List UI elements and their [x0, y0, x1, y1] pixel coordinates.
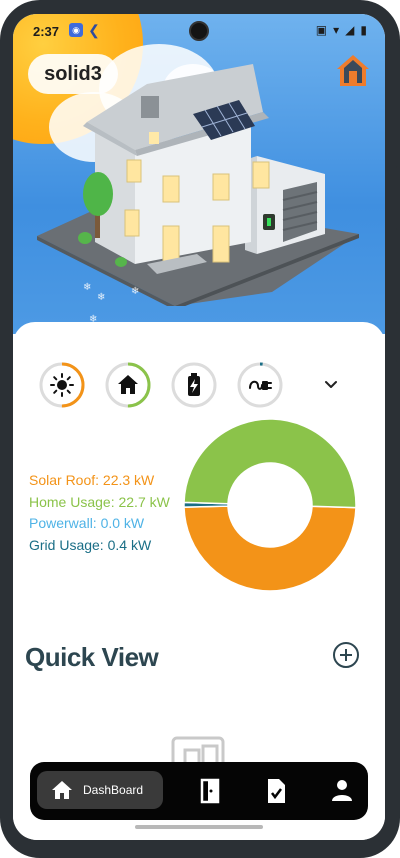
- wifi-icon: ▾: [333, 23, 340, 37]
- radio-icon: ◉: [69, 23, 83, 37]
- task-check-icon: [268, 779, 285, 803]
- energy-donut-chart: [183, 418, 357, 592]
- house-outline-icon[interactable]: [333, 50, 373, 90]
- status-time: 2:37: [33, 24, 60, 39]
- snowflake-icon: ❄: [83, 282, 92, 293]
- status-notification-icons: ◉ ❮: [69, 21, 101, 38]
- screen: ❄ ❄ ❄ ❄ 2:37 ◉ ❮ ▣ ▾ ◢ ▮ solid3 Solar Ro…: [13, 14, 385, 840]
- person-icon: [332, 780, 352, 801]
- nav-dashboard-label: DashBoard: [83, 783, 144, 797]
- nav-profile[interactable]: [330, 777, 358, 805]
- brand-name: solid3: [44, 62, 102, 85]
- home-ring-button[interactable]: [105, 362, 151, 408]
- door-icon: [200, 778, 220, 804]
- donut-segment-solar-roof: [183, 505, 357, 592]
- battery-bolt-icon: [188, 373, 200, 396]
- device-frame: ❄ ❄ ❄ ❄ 2:37 ◉ ❮ ▣ ▾ ◢ ▮ solid3 Solar Ro…: [0, 0, 400, 858]
- status-bar: 2:37 ◉ ❮ ▣ ▾ ◢ ▮: [13, 14, 385, 50]
- sun-icon: [50, 373, 74, 397]
- charging-icon: ❮: [88, 21, 100, 38]
- nfc-icon: ▣: [315, 23, 328, 37]
- snowflake-icon: ❄: [131, 286, 140, 297]
- brand-badge: solid3: [28, 54, 118, 94]
- nav-tasks[interactable]: [264, 777, 292, 805]
- front-camera: [189, 21, 209, 41]
- house-illustration: [37, 64, 359, 306]
- home-icon: [52, 781, 72, 799]
- legend-grid: Grid Usage: 0.4 kW: [29, 536, 152, 553]
- power-button: [396, 166, 400, 230]
- chevron-down-icon[interactable]: [319, 372, 343, 396]
- quick-view-title: Quick View: [25, 642, 159, 672]
- status-system-icons: ▣ ▾ ◢ ▮: [316, 23, 367, 37]
- legend-home: Home Usage: 22.7 kW: [29, 493, 170, 510]
- powerwall-ring-button[interactable]: [171, 362, 217, 408]
- snowflake-icon: ❄: [97, 292, 106, 303]
- legend-powerwall: Powerwall: 0.0 kW: [29, 515, 145, 531]
- bottom-navigation: DashBoard: [30, 762, 368, 820]
- volume-button: [396, 312, 400, 362]
- gesture-bar: [135, 825, 263, 829]
- hero-banner: ❄ ❄ ❄ ❄ 2:37 ◉ ❮ ▣ ▾ ◢ ▮ solid3: [13, 14, 385, 334]
- nav-dashboard[interactable]: DashBoard: [37, 771, 163, 809]
- donut-segment-home-usage: [183, 418, 357, 509]
- nav-rooms[interactable]: [199, 777, 227, 805]
- legend-solar: Solar Roof: 22.3 kW: [29, 472, 155, 488]
- energy-legend: Solar Roof: 22.3 kW Home Usage: 22.7 kW …: [29, 470, 170, 556]
- add-circle-icon[interactable]: [332, 641, 360, 669]
- battery-icon: ▮: [360, 23, 367, 37]
- solar-ring-button[interactable]: [39, 362, 85, 408]
- grid-ring-button[interactable]: [237, 362, 283, 408]
- signal-icon: ◢: [345, 23, 355, 37]
